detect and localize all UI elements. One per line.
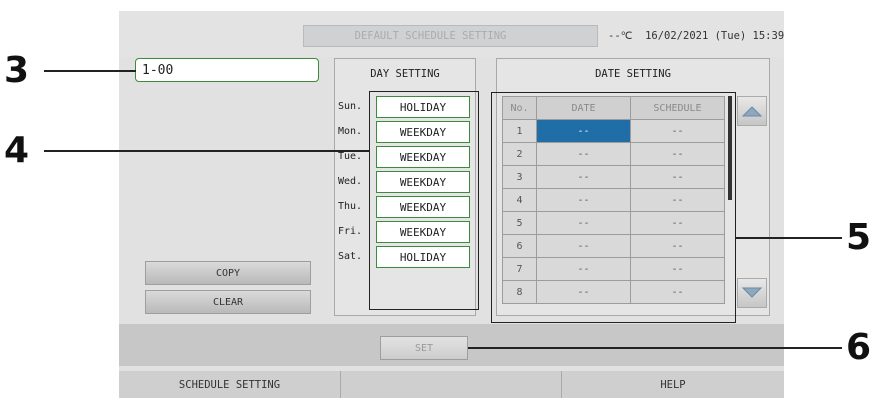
tab-blank[interactable] <box>341 371 562 398</box>
scroll-down-button[interactable] <box>737 278 767 308</box>
day-label: Wed. <box>338 176 363 187</box>
callout-number-6: 6 <box>846 327 872 368</box>
callout-number-4: 4 <box>4 130 30 171</box>
tab-schedule-setting[interactable]: SCHEDULE SETTING <box>119 371 341 398</box>
set-button[interactable]: SET <box>380 336 468 360</box>
callout-line-3 <box>44 70 136 72</box>
callout-number-3: 3 <box>4 50 30 91</box>
triangle-up-icon <box>742 106 762 117</box>
day-label: Tue. <box>338 151 363 162</box>
clear-button[interactable]: CLEAR <box>145 290 311 314</box>
callout-bracket-4 <box>369 91 479 310</box>
day-label: Mon. <box>338 126 363 137</box>
day-label: Sun. <box>338 101 363 112</box>
callout-line-4 <box>44 150 370 152</box>
status-readout: --℃ 16/02/2021 (Tue) 15:39 <box>608 30 785 42</box>
callout-number-5: 5 <box>846 217 872 258</box>
day-setting-title: DAY SETTING <box>370 68 440 80</box>
callout-bracket-5 <box>491 92 736 323</box>
triangle-down-icon <box>742 287 762 298</box>
callout-line-6 <box>468 347 842 349</box>
day-label: Sat. <box>338 251 363 262</box>
tab-help[interactable]: HELP <box>562 371 784 398</box>
date-setting-title: DATE SETTING <box>595 68 671 80</box>
day-label: Thu. <box>338 201 363 212</box>
day-label: Fri. <box>338 226 363 237</box>
page-title: DEFAULT SCHEDULE SETTING <box>303 25 598 47</box>
copy-button[interactable]: COPY <box>145 261 311 285</box>
page-title-text: DEFAULT SCHEDULE SETTING <box>354 30 507 42</box>
callout-line-5 <box>736 237 842 239</box>
scroll-up-button[interactable] <box>737 96 767 126</box>
schedule-name-field[interactable]: 1-00 <box>135 58 319 82</box>
